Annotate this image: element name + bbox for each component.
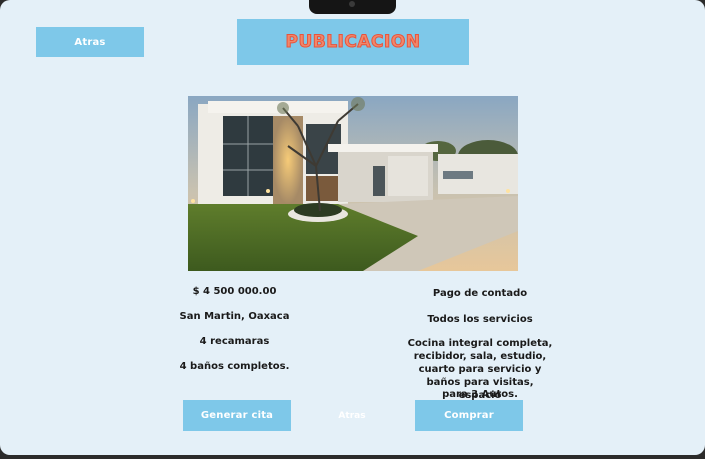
listing-payment: Pago de contado [432,288,528,299]
page-title-banner: PUBLICACION [237,19,469,65]
listing-description-line: cuarto para servicio y [418,364,542,375]
listing-bathrooms: 4 baños completos. [179,361,290,372]
back-button[interactable]: Atras [36,27,144,57]
page-title: PUBLICACION [285,32,421,53]
listing-description-line: Cocina integral completa, [407,338,553,349]
buy-button[interactable]: Comprar [415,400,523,431]
listing-bedrooms: 4 recamaras [199,336,270,347]
listing-services: Todos los servicios [427,314,533,325]
listing-price: $ 4 500 000.00 [192,286,277,297]
property-photo [188,96,518,271]
back-link[interactable]: Atras [330,409,374,423]
camera-icon [349,1,355,7]
listing-location: San Martin, Oaxaca [179,311,290,322]
app-screen: Atras PUBLICACION $ 4 500 000.00 San Mar… [0,0,705,455]
listing-description-line: recibidor, sala, estudio, [413,351,547,362]
schedule-appointment-button[interactable]: Generar cita [183,400,291,431]
